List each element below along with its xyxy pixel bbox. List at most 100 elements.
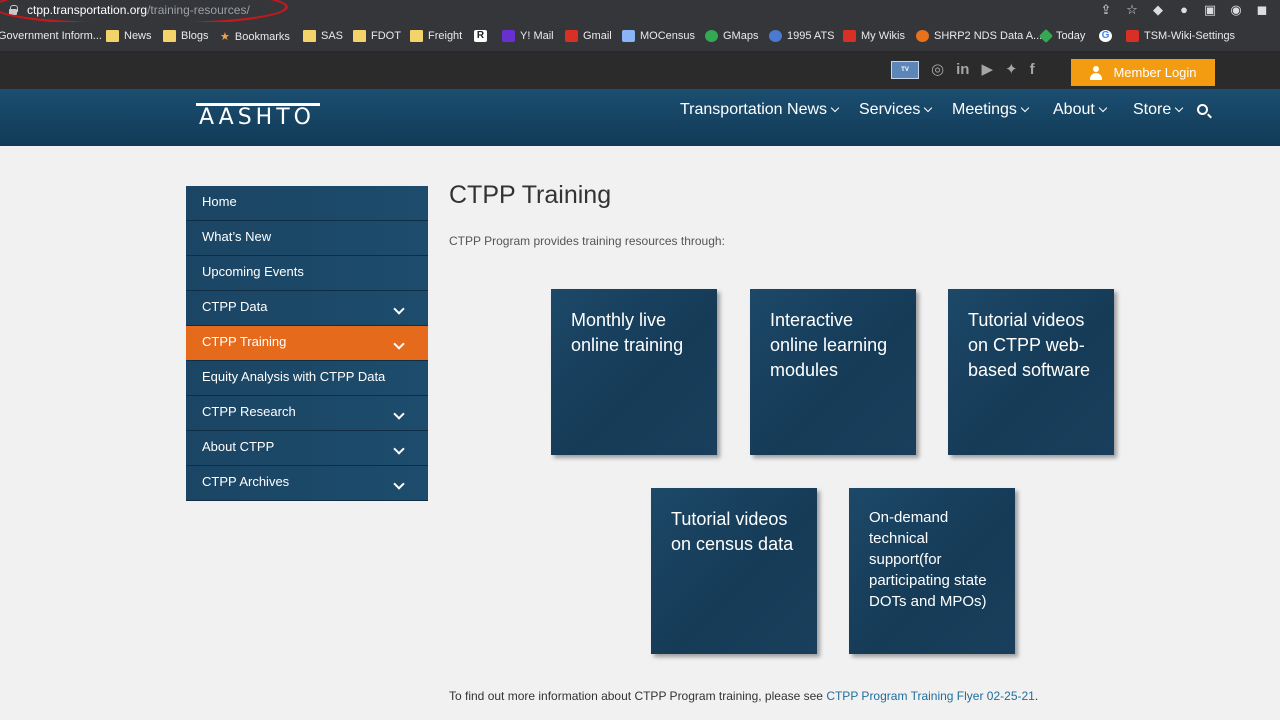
sidebar-item-whats-new[interactable]: What’s New [186,221,428,256]
bookmark-label: GMaps [723,30,759,42]
browser-toolbar-icons: ⇪ ☆ ◆ ● ▣ ◉ ◼ [1098,2,1270,18]
bookmark[interactable]: ★ Bookmarks [220,30,290,44]
sidebar-item-label: Upcoming Events [202,264,304,279]
chevron-down-icon [830,103,840,113]
tile-monthly-live-training[interactable]: Monthly live online training [551,289,717,455]
bookmark[interactable]: News [106,30,152,42]
sidebar-item-label: Home [202,194,237,209]
chevron-down-icon [1175,103,1184,113]
sidebar-item-upcoming-events[interactable]: Upcoming Events [186,256,428,291]
extension-icon[interactable]: ◉ [1228,2,1244,18]
tile-label: Tutorial videos on CTPP web-based softwa… [968,310,1091,380]
social-links: TV ◎ in ▶ ✦ f [891,61,1035,79]
sidebar-item-about-ctpp[interactable]: About CTPP [186,431,428,466]
instagram-icon[interactable]: ◎ [931,61,944,79]
folder-icon [303,30,316,42]
extension-icon[interactable]: ▣ [1202,2,1218,18]
bookmark[interactable]: 1995 ATS [769,30,835,42]
folder-icon [106,30,119,42]
bookmark[interactable]: FDOT [353,30,401,42]
sidebar-item-equity-analysis[interactable]: Equity Analysis with CTPP Data [186,361,428,396]
sidebar-item-label: Equity Analysis with CTPP Data [202,369,386,384]
chevron-down-icon[interactable] [393,443,405,455]
bookmark-label: SAS [321,30,344,42]
search-icon[interactable] [1197,104,1208,115]
bookmark[interactable]: SHRP2 NDS Data A... [916,30,1042,42]
bookmark-label: Gmail [583,30,612,42]
census-icon [622,30,635,42]
tile-label: Tutorial videos on census data [671,509,794,554]
nav-about[interactable]: About [1053,101,1108,119]
bookmark[interactable]: Government Inform... [0,30,102,42]
extension-icon[interactable]: ● [1176,2,1192,18]
bookmark[interactable]: Today [1038,28,1085,44]
bookmark-label: Y! Mail [520,30,554,42]
tile-tutorial-videos-census[interactable]: Tutorial videos on census data [651,488,817,654]
sidebar-item-ctpp-research[interactable]: CTPP Research [186,396,428,431]
linkedin-icon[interactable]: in [956,61,969,79]
bookmark[interactable]: Blogs [163,30,209,42]
profile-icon[interactable]: ◼ [1254,2,1270,18]
maps-icon [705,30,718,42]
nav-store[interactable]: Store [1133,101,1184,119]
bookmark-label: Blogs [181,30,209,42]
bookmark[interactable]: G [1099,30,1112,42]
twitter-icon[interactable]: ✦ [1005,61,1018,79]
sidebar-item-label: CTPP Archives [202,474,290,489]
sidebar-item-home[interactable]: Home [186,186,428,221]
intro-text: CTPP Program provides training resources… [449,234,725,248]
sidebar-item-label: CTPP Data [202,299,268,314]
sidebar-item-ctpp-archives[interactable]: CTPP Archives [186,466,428,501]
sidebar-item-ctpp-training[interactable]: CTPP Training [186,326,428,361]
youtube-icon[interactable]: ▶ [981,61,993,79]
page-title: CTPP Training [449,181,612,209]
nav-label: Transportation News [680,101,828,118]
sidebar-item-ctpp-data[interactable]: CTPP Data [186,291,428,326]
bookmark[interactable]: SAS [303,30,343,42]
member-login-button[interactable]: Member Login [1071,59,1215,86]
aashto-logo[interactable]: AASHTO [196,103,320,130]
bookmark[interactable]: GMaps [705,30,758,42]
sidebar-item-label: CTPP Research [202,404,296,419]
bookmark[interactable]: MOCensus [622,30,695,42]
bookmark-label: FDOT [371,30,401,42]
nav-transportation-news[interactable]: Transportation News [680,101,840,119]
nav-services[interactable]: Services [859,101,933,119]
tile-label: On-demand technical support(for particip… [869,509,987,610]
member-login-label: Member Login [1113,65,1197,80]
folder-icon [163,30,176,42]
extension-icon[interactable]: ◆ [1150,2,1166,18]
chevron-down-icon[interactable] [393,303,405,315]
tile-label: Monthly live online training [571,310,684,355]
chevron-down-icon[interactable] [393,408,405,420]
chevron-down-icon[interactable] [393,478,405,490]
bookmark[interactable]: Freight [410,30,462,42]
training-flyer-link[interactable]: CTPP Program Training Flyer 02-25-21 [826,689,1035,703]
bookmark[interactable]: TSM-Wiki-Settings [1126,30,1235,42]
browser-address-bar[interactable]: ctpp.transportation.org/training-resourc… [0,0,1280,26]
bookmark[interactable]: Y! Mail [502,30,554,42]
gmail-icon [565,30,578,42]
bookmark[interactable]: Gmail [565,30,612,42]
sidebar-item-label: About CTPP [202,439,275,454]
star-icon[interactable]: ☆ [1124,2,1140,18]
bookmark-label: Freight [428,30,463,42]
training-info-text: To find out more information about CTPP … [449,689,1038,703]
share-icon[interactable]: ⇪ [1098,2,1114,18]
bookmark[interactable]: R [474,30,487,42]
tile-on-demand-support[interactable]: On-demand technical support(for particip… [849,488,1015,654]
nav-label: Store [1133,101,1172,118]
bookmark-label: My Wikis [861,30,905,42]
sidebar-item-label: What’s New [202,229,272,244]
bookmarks-bar: Government Inform... News Blogs ★ Bookmar… [0,22,1280,52]
nav-meetings[interactable]: Meetings [952,101,1030,119]
tile-tutorial-videos-software[interactable]: Tutorial videos on CTPP web-based softwa… [948,289,1114,455]
chevron-down-icon[interactable] [393,338,405,350]
aashto-tv-icon[interactable]: TV [891,61,919,79]
bookmark-r-icon: R [474,30,487,42]
facebook-icon[interactable]: f [1030,61,1035,79]
folder-icon [353,30,366,42]
tile-interactive-modules[interactable]: Interactive online learning modules [750,289,916,455]
bookmark[interactable]: My Wikis [843,30,905,42]
user-icon [1089,65,1103,80]
